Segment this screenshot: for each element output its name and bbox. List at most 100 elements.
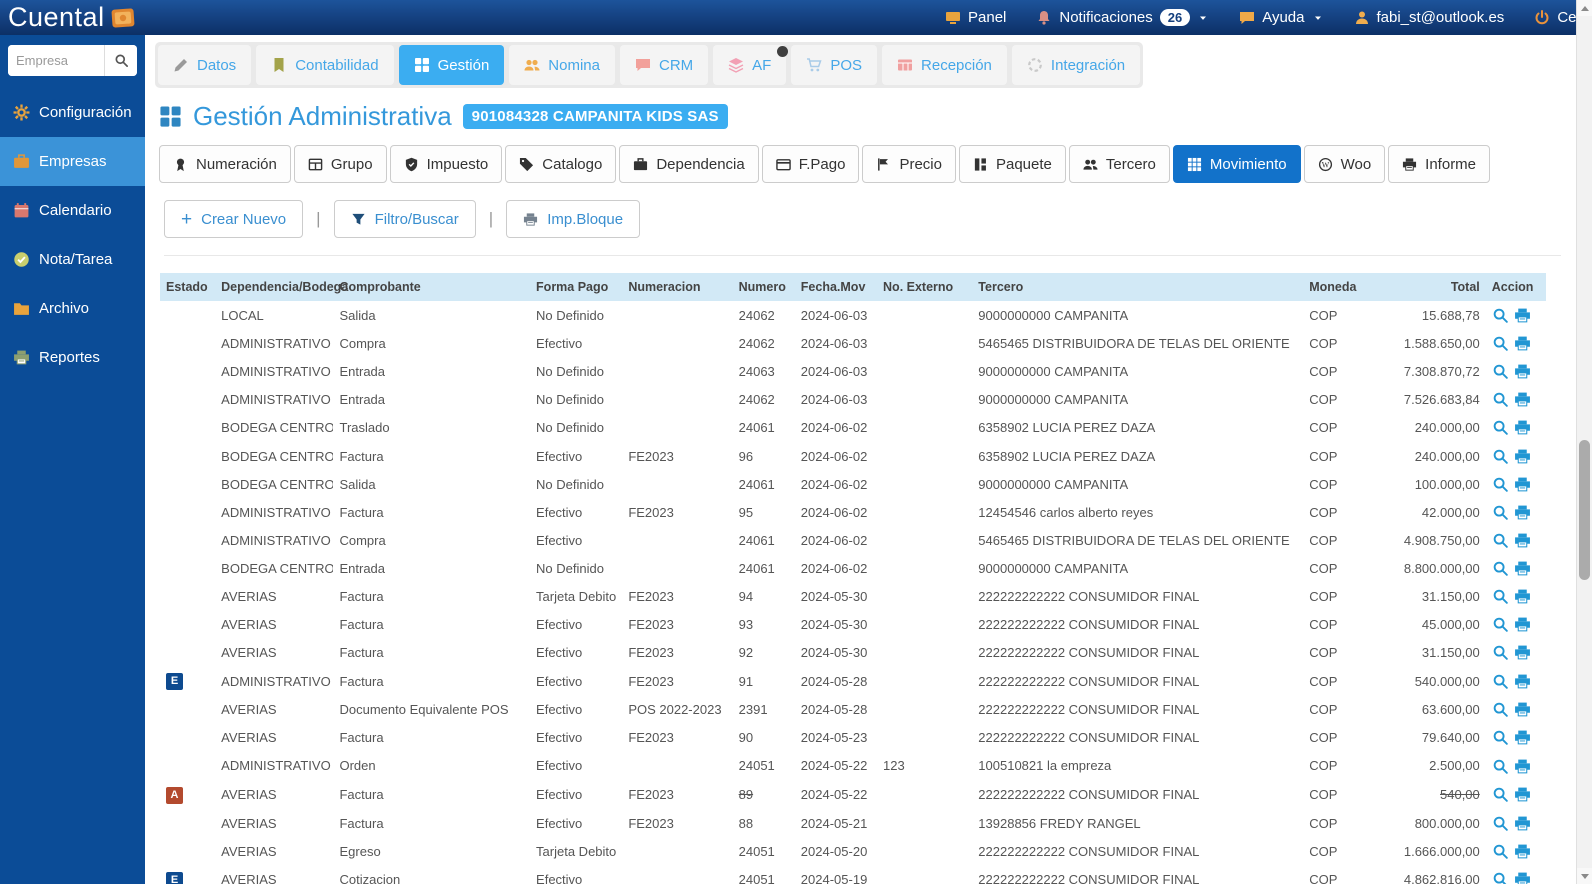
table-row[interactable]: ADMINISTRATIVO Orden Efectivo 24051 2024-05-… bbox=[160, 751, 1546, 779]
tab-datos[interactable]: Datos bbox=[158, 45, 252, 85]
table-row[interactable]: BODEGA CENTRO Salida No Definido 24061 2024-… bbox=[160, 470, 1546, 498]
scroll-down-button[interactable] bbox=[1577, 868, 1592, 884]
subtab-grupo[interactable]: Grupo bbox=[293, 145, 387, 183]
tab-nomina[interactable]: Nomina bbox=[509, 45, 615, 85]
table-row[interactable]: E AVERIAS Cotizacion Efectivo 24051 2024-05-1… bbox=[160, 865, 1546, 884]
view-row-button[interactable] bbox=[1492, 448, 1509, 465]
view-row-button[interactable] bbox=[1492, 786, 1509, 803]
print-row-button[interactable] bbox=[1514, 786, 1531, 803]
table-row[interactable]: ADMINISTRATIVO Entrada No Definido 24063 202… bbox=[160, 357, 1546, 385]
sidebar-item-reportes[interactable]: Reportes bbox=[0, 333, 145, 382]
print-row-button[interactable] bbox=[1514, 476, 1531, 493]
view-row-button[interactable] bbox=[1492, 843, 1509, 860]
create-new-button[interactable]: + Crear Nuevo bbox=[164, 200, 304, 238]
view-row-button[interactable] bbox=[1492, 701, 1509, 718]
subtab-dependencia[interactable]: Dependencia bbox=[619, 145, 759, 183]
topnav-ayuda[interactable]: Ayuda bbox=[1239, 9, 1323, 26]
tab-integraci-n[interactable]: Integración bbox=[1011, 45, 1141, 85]
sidebar-item-empresas[interactable]: Empresas bbox=[0, 137, 145, 186]
view-row-button[interactable] bbox=[1492, 729, 1509, 746]
topnav-cerrar-sesi-n[interactable]: Cerrar sesión bbox=[1534, 9, 1576, 26]
print-row-button[interactable] bbox=[1514, 616, 1531, 633]
table-row[interactable]: BODEGA CENTRO Factura Efectivo FE2023 96 2024… bbox=[160, 441, 1546, 469]
subtab-catalogo[interactable]: Catalogo bbox=[505, 145, 617, 183]
subtab-movimiento[interactable]: Movimiento bbox=[1172, 145, 1301, 183]
view-row-button[interactable] bbox=[1492, 335, 1509, 352]
table-row[interactable]: AVERIAS Egreso Tarjeta Debito 24051 2024-05-… bbox=[160, 837, 1546, 865]
subtab-informe[interactable]: Informe bbox=[1388, 145, 1491, 183]
table-row[interactable]: BODEGA CENTRO Entrada No Definido 24061 2024… bbox=[160, 554, 1546, 582]
view-row-button[interactable] bbox=[1492, 307, 1509, 324]
app-logo[interactable]: Cuental bbox=[0, 2, 137, 33]
print-row-button[interactable] bbox=[1514, 757, 1531, 774]
print-row-button[interactable] bbox=[1514, 504, 1531, 521]
scrollbar-thumb[interactable] bbox=[1579, 440, 1590, 580]
view-row-button[interactable] bbox=[1492, 532, 1509, 549]
subtab-woo[interactable]: W Woo bbox=[1303, 145, 1386, 183]
subtab-tercero[interactable]: Tercero bbox=[1068, 145, 1170, 183]
print-row-button[interactable] bbox=[1514, 701, 1531, 718]
subtab-impuesto[interactable]: Impuesto bbox=[389, 145, 503, 183]
print-row-button[interactable] bbox=[1514, 871, 1531, 884]
filter-search-button[interactable]: Filtro/Buscar bbox=[333, 200, 476, 238]
table-row[interactable]: AVERIAS Factura Efectivo FE2023 88 2024-05-21… bbox=[160, 809, 1546, 837]
print-row-button[interactable] bbox=[1514, 644, 1531, 661]
view-row-button[interactable] bbox=[1492, 588, 1509, 605]
print-row-button[interactable] bbox=[1514, 729, 1531, 746]
view-row-button[interactable] bbox=[1492, 363, 1509, 380]
table-row[interactable]: LOCAL Salida No Definido 24062 2024-06-03 900… bbox=[160, 301, 1546, 329]
table-row[interactable]: A AVERIAS Factura Efectivo FE2023 89 2024-05-2… bbox=[160, 780, 1546, 809]
table-row[interactable]: AVERIAS Factura Efectivo FE2023 90 2024-05-23… bbox=[160, 723, 1546, 751]
table-row[interactable]: ADMINISTRATIVO Entrada No Definido 24062 202… bbox=[160, 385, 1546, 413]
print-row-button[interactable] bbox=[1514, 363, 1531, 380]
view-row-button[interactable] bbox=[1492, 871, 1509, 884]
print-row-button[interactable] bbox=[1514, 307, 1531, 324]
print-row-button[interactable] bbox=[1514, 560, 1531, 577]
print-row-button[interactable] bbox=[1514, 673, 1531, 690]
table-row[interactable]: AVERIAS Documento Equivalente POS Efectivo… bbox=[160, 695, 1546, 723]
view-row-button[interactable] bbox=[1492, 616, 1509, 633]
view-row-button[interactable] bbox=[1492, 419, 1509, 436]
search-button[interactable] bbox=[104, 45, 137, 76]
table-row[interactable]: AVERIAS Factura Tarjeta Debito FE2023 94 2024… bbox=[160, 582, 1546, 610]
tab-crm[interactable]: CRM bbox=[619, 45, 709, 85]
tab-af[interactable]: AF bbox=[713, 45, 787, 85]
subtab-f-pago[interactable]: F.Pago bbox=[761, 145, 860, 183]
print-row-button[interactable] bbox=[1514, 391, 1531, 408]
table-row[interactable]: ADMINISTRATIVO Compra Efectivo 24061 2024-06… bbox=[160, 526, 1546, 554]
print-row-button[interactable] bbox=[1514, 588, 1531, 605]
subtab-paquete[interactable]: Paquete bbox=[958, 145, 1066, 183]
view-row-button[interactable] bbox=[1492, 757, 1509, 774]
topnav-fabi-st-outlook-es[interactable]: fabi_st@outlook.es bbox=[1354, 9, 1504, 26]
tab-gesti-n[interactable]: Gestión bbox=[398, 45, 505, 85]
subtab-precio[interactable]: Precio bbox=[862, 145, 956, 183]
print-row-button[interactable] bbox=[1514, 419, 1531, 436]
sidebar-item-nota-tarea[interactable]: Nota/Tarea bbox=[0, 235, 145, 284]
view-row-button[interactable] bbox=[1492, 644, 1509, 661]
view-row-button[interactable] bbox=[1492, 673, 1509, 690]
print-row-button[interactable] bbox=[1514, 448, 1531, 465]
table-row[interactable]: ADMINISTRATIVO Compra Efectivo 24062 2024-06… bbox=[160, 329, 1546, 357]
print-row-button[interactable] bbox=[1514, 815, 1531, 832]
scroll-up-button[interactable] bbox=[1577, 0, 1592, 16]
sidebar-item-archivo[interactable]: Archivo bbox=[0, 284, 145, 333]
table-row[interactable]: AVERIAS Factura Efectivo FE2023 92 2024-05-30… bbox=[160, 638, 1546, 666]
table-row[interactable]: E ADMINISTRATIVO Factura Efectivo FE2023 91 20… bbox=[160, 666, 1546, 695]
sidebar-item-calendario[interactable]: Calendario bbox=[0, 186, 145, 235]
tab-contabilidad[interactable]: Contabilidad bbox=[256, 45, 394, 85]
topnav-panel[interactable]: Panel bbox=[945, 9, 1006, 26]
table-row[interactable]: AVERIAS Factura Efectivo FE2023 93 2024-05-30… bbox=[160, 610, 1546, 638]
print-block-button[interactable]: Imp.Bloque bbox=[506, 200, 641, 238]
sidebar-item-configuraci-n[interactable]: Configuración bbox=[0, 88, 145, 137]
vertical-scrollbar[interactable] bbox=[1576, 0, 1592, 884]
view-row-button[interactable] bbox=[1492, 476, 1509, 493]
table-row[interactable]: BODEGA CENTRO Traslado No Definido 24061 202… bbox=[160, 413, 1546, 441]
print-row-button[interactable] bbox=[1514, 335, 1531, 352]
tab-pos[interactable]: POS bbox=[791, 45, 878, 85]
print-row-button[interactable] bbox=[1514, 532, 1531, 549]
view-row-button[interactable] bbox=[1492, 560, 1509, 577]
print-row-button[interactable] bbox=[1514, 843, 1531, 860]
topnav-notificaciones[interactable]: Notificaciones 26 bbox=[1036, 9, 1209, 26]
tab-recepci-n[interactable]: Recepción bbox=[882, 45, 1007, 85]
subtab-numeraci-n[interactable]: Numeración bbox=[159, 145, 291, 183]
